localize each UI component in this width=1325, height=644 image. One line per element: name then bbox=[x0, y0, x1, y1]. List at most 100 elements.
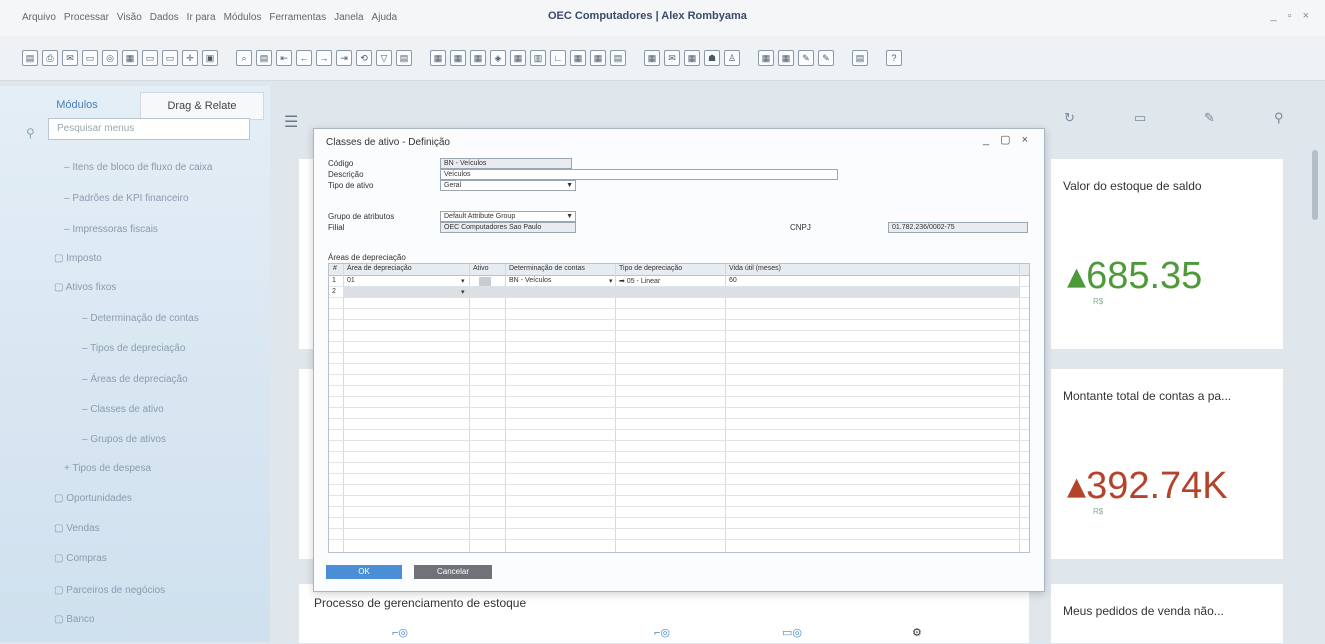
tipo-ativo-select[interactable]: Geral ▼ bbox=[440, 180, 576, 191]
pdf-icon[interactable]: ▭ bbox=[162, 50, 178, 66]
tab-drag-relate[interactable]: Drag & Relate bbox=[140, 92, 264, 120]
kpi-card[interactable]: Montante total de contas a pa... ▴392.74… bbox=[1050, 368, 1284, 560]
user-icon[interactable]: ♙ bbox=[724, 50, 740, 66]
first-record-icon[interactable]: ⇤ bbox=[276, 50, 292, 66]
sort-icon[interactable]: ▤ bbox=[396, 50, 412, 66]
last-record-icon[interactable]: ⇥ bbox=[336, 50, 352, 66]
sidebar-folder[interactable]: ▢ Oportunidades bbox=[54, 493, 132, 504]
document-icon[interactable]: ▭◎ bbox=[782, 626, 802, 639]
tipo-depreciacao-cell[interactable]: ➡ 05 - Linear bbox=[619, 277, 660, 285]
sidebar-folder[interactable]: ▢ Compras bbox=[54, 553, 107, 564]
move-icon[interactable]: ✛ bbox=[182, 50, 198, 66]
sidebar-item[interactable]: – Impressoras fiscais bbox=[64, 224, 158, 235]
filial-field[interactable]: OEC Computadores Sao Paulo bbox=[440, 222, 576, 233]
sidebar-item[interactable]: + Tipos de despesa bbox=[64, 463, 151, 474]
dropdown-arrow-icon[interactable]: ▾ bbox=[461, 277, 465, 285]
sidebar-item[interactable]: – Grupos de ativos bbox=[82, 434, 166, 445]
cancel-button[interactable]: Cancelar bbox=[414, 565, 492, 579]
query-wizard-icon[interactable]: ▦ bbox=[778, 50, 794, 66]
messages-icon[interactable]: ✉ bbox=[664, 50, 680, 66]
search-input[interactable]: Pesquisar menus bbox=[48, 118, 250, 140]
menu-arquivo[interactable]: Arquivo bbox=[22, 12, 56, 23]
sidebar-folder[interactable]: ▢ Vendas bbox=[54, 523, 100, 534]
menu-modulos[interactable]: Módulos bbox=[224, 12, 262, 23]
hamburger-icon[interactable]: ☰ bbox=[284, 112, 298, 132]
area-depreciacao-cell[interactable]: 01 bbox=[347, 277, 355, 284]
sidebar-item[interactable]: – Itens de bloco de fluxo de caixa bbox=[64, 162, 212, 173]
grid-col-header[interactable]: Tipo de depreciação bbox=[619, 265, 682, 272]
grid-col-header[interactable]: # bbox=[333, 265, 337, 272]
sidebar-folder[interactable]: ▢ Parceiros de negócios bbox=[54, 585, 165, 596]
gross-profit-icon[interactable]: ▦ bbox=[470, 50, 486, 66]
dropdown-arrow-icon[interactable]: ▾ bbox=[609, 277, 613, 285]
edit-icon[interactable]: ✎ bbox=[1204, 110, 1215, 126]
table-icon[interactable]: ▦ bbox=[570, 50, 586, 66]
refresh-icon[interactable]: ↻ bbox=[1064, 110, 1075, 126]
grid-col-header[interactable]: Ativo bbox=[473, 265, 489, 272]
chart-icon[interactable]: ∟ bbox=[550, 50, 566, 66]
menu-processar[interactable]: Processar bbox=[64, 12, 109, 23]
window-icon[interactable]: ▭ bbox=[1134, 110, 1146, 126]
menu-visao[interactable]: Visão bbox=[117, 12, 142, 23]
sidebar-folder[interactable]: ▢ Ativos fixos bbox=[54, 282, 116, 293]
selected-row[interactable] bbox=[343, 286, 1019, 297]
vida-util-cell[interactable]: 60 bbox=[729, 277, 737, 284]
process-flow-icon[interactable]: ⌐◎ bbox=[654, 626, 670, 639]
help-icon[interactable]: ? bbox=[886, 50, 902, 66]
excel-icon[interactable]: ▦ bbox=[122, 50, 138, 66]
settings-icon[interactable]: ▥ bbox=[530, 50, 546, 66]
sms-icon[interactable]: ▭ bbox=[82, 50, 98, 66]
filter-icon[interactable]: ▽ bbox=[376, 50, 392, 66]
ativo-checkbox[interactable] bbox=[479, 277, 491, 286]
sidebar-item[interactable]: – Determinação de contas bbox=[82, 313, 199, 324]
previous-record-icon[interactable]: ← bbox=[296, 50, 312, 66]
scrollbar-thumb[interactable] bbox=[1312, 150, 1318, 220]
word-icon[interactable]: ▭ bbox=[142, 50, 158, 66]
document-icon[interactable]: ▤ bbox=[852, 50, 868, 66]
users-icon[interactable]: ☗ bbox=[704, 50, 720, 66]
sidebar-item[interactable]: – Áreas de depreciação bbox=[82, 374, 188, 385]
email-icon[interactable]: ✉ bbox=[62, 50, 78, 66]
add-icon[interactable]: ▤ bbox=[256, 50, 272, 66]
layout-icon[interactable]: ▦ bbox=[590, 50, 606, 66]
grid-col-header[interactable]: Vida útil (meses) bbox=[729, 265, 781, 272]
kpi-card[interactable]: Meus pedidos de venda não... bbox=[1050, 583, 1284, 644]
payment-means-icon[interactable]: ◈ bbox=[490, 50, 506, 66]
calendar-icon[interactable]: ▦ bbox=[644, 50, 660, 66]
sidebar-folder[interactable]: ▢ Imposto bbox=[54, 253, 102, 264]
ok-button[interactable]: OK bbox=[326, 565, 402, 579]
zoom-icon[interactable]: ⚲ bbox=[1274, 110, 1284, 126]
target-document-icon[interactable]: ▦ bbox=[450, 50, 466, 66]
journal-icon[interactable]: ▦ bbox=[510, 50, 526, 66]
attach-icon[interactable]: ✎ bbox=[818, 50, 834, 66]
preview-icon[interactable]: ▤ bbox=[22, 50, 38, 66]
codigo-field[interactable]: BN - Veículos bbox=[440, 158, 572, 169]
descricao-field[interactable]: Veículos bbox=[440, 169, 838, 180]
sidebar-item[interactable]: – Classes de ativo bbox=[82, 404, 164, 415]
fax-icon[interactable]: ◎ bbox=[102, 50, 118, 66]
grid-col-header[interactable]: Área de depreciação bbox=[347, 265, 412, 272]
tab-modulos[interactable]: Módulos bbox=[22, 92, 132, 118]
grid-col-header[interactable]: Determinação de contas bbox=[509, 265, 585, 272]
menu-janela[interactable]: Janela bbox=[334, 12, 363, 23]
kpi-card[interactable]: Valor do estoque de saldo ▴685.35 R$ bbox=[1050, 158, 1284, 350]
next-record-icon[interactable]: → bbox=[316, 50, 332, 66]
refresh-icon[interactable]: ⟲ bbox=[356, 50, 372, 66]
window-controls[interactable]: _ ▫ × bbox=[1270, 10, 1313, 22]
base-document-icon[interactable]: ▦ bbox=[430, 50, 446, 66]
edit-icon[interactable]: ✎ bbox=[798, 50, 814, 66]
sidebar-item[interactable]: – Padrões de KPI financeiro bbox=[64, 193, 189, 204]
sidebar-item[interactable]: – Tipos de depreciação bbox=[82, 343, 185, 354]
dropdown-arrow-icon[interactable]: ▾ bbox=[461, 288, 465, 296]
grupo-atributos-select[interactable]: Default Attribute Group ▼ bbox=[440, 211, 576, 222]
determinacao-contas-cell[interactable]: BN - Veículos bbox=[509, 277, 551, 284]
menu-ajuda[interactable]: Ajuda bbox=[372, 12, 398, 23]
process-flow-icon[interactable]: ⌐◎ bbox=[392, 626, 408, 639]
sidebar-folder[interactable]: ▢ Banco bbox=[54, 614, 95, 625]
menu-ir-para[interactable]: Ir para bbox=[187, 12, 216, 23]
report-icon[interactable]: ▤ bbox=[610, 50, 626, 66]
find-icon[interactable]: ⌕ bbox=[236, 50, 252, 66]
gear-icon[interactable]: ⚙ bbox=[912, 626, 922, 639]
widget-icon[interactable]: ▦ bbox=[684, 50, 700, 66]
lock-icon[interactable]: ▣ bbox=[202, 50, 218, 66]
